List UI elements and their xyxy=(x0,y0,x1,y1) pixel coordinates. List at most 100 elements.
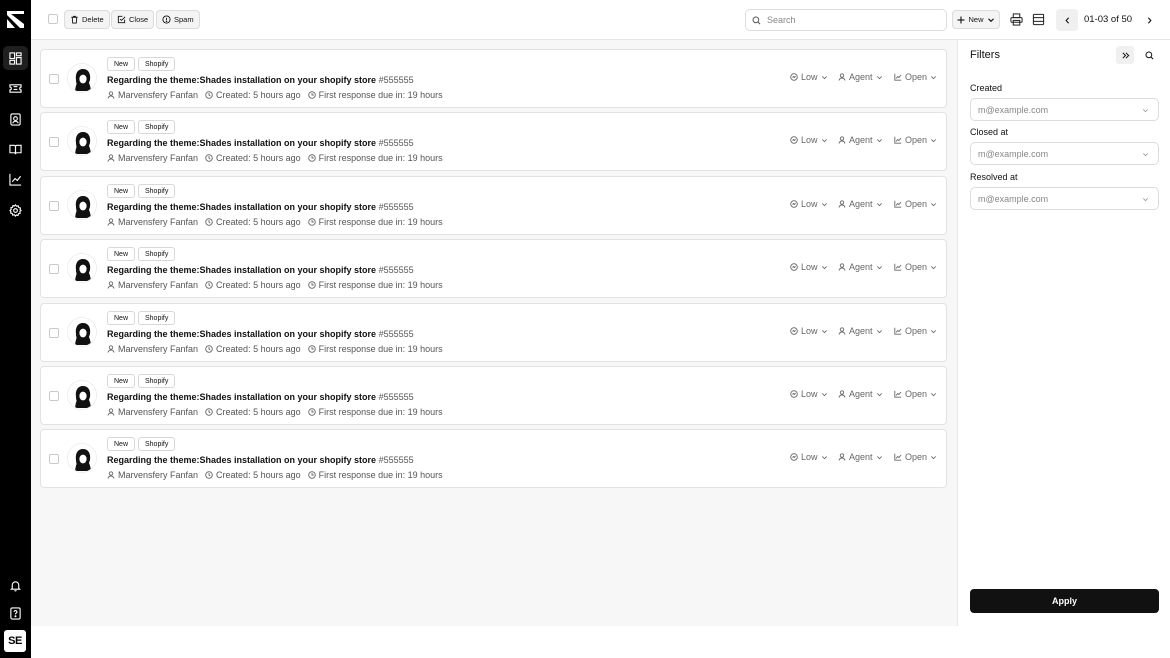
priority-dropdown[interactable]: Low xyxy=(790,199,828,209)
close-button[interactable]: Close xyxy=(111,10,155,29)
nav-knowledge-base[interactable] xyxy=(3,137,28,161)
spam-button[interactable]: Spam xyxy=(156,10,200,29)
customer-avatar xyxy=(67,253,97,283)
nav-dashboard[interactable] xyxy=(3,46,28,70)
priority-dropdown[interactable]: Low xyxy=(790,262,828,272)
tag-status[interactable]: New xyxy=(107,374,136,388)
nav-help[interactable] xyxy=(3,601,28,625)
tag-channel[interactable]: Shopify xyxy=(138,311,176,325)
chevron-right-icon xyxy=(1147,16,1152,24)
status-dropdown[interactable]: Open xyxy=(894,199,937,209)
status-dropdown[interactable]: Open xyxy=(894,452,937,462)
assignee-dropdown[interactable]: Agent xyxy=(838,199,883,209)
pagination-info: 01-03 of 50 xyxy=(1084,14,1133,25)
search-box[interactable] xyxy=(745,9,947,31)
search-input[interactable] xyxy=(767,15,937,25)
tag-channel[interactable]: Shopify xyxy=(138,247,176,261)
priority-dropdown[interactable]: Low xyxy=(790,135,828,145)
ticket-checkbox[interactable] xyxy=(49,391,59,401)
tag-channel[interactable]: Shopify xyxy=(138,120,176,134)
priority-value: Low xyxy=(801,452,818,462)
status-dropdown[interactable]: Open xyxy=(894,72,937,82)
ticket-checkbox[interactable] xyxy=(49,137,59,147)
ticket-title[interactable]: Regarding the theme:Shades installation … xyxy=(107,455,414,465)
next-page-button[interactable] xyxy=(1138,9,1160,31)
ticket-card[interactable]: New Shopify Regarding the theme:Shades i… xyxy=(40,239,947,298)
customer-meta: Marvensfery Fanfan xyxy=(107,280,198,290)
nav-settings[interactable] xyxy=(3,198,28,222)
created-meta: Created: 5 hours ago xyxy=(205,153,301,163)
filter-closed-at-select[interactable]: m@example.com xyxy=(970,142,1159,165)
layout-toggle-button[interactable] xyxy=(1031,12,1046,27)
status-dropdown[interactable]: Open xyxy=(894,326,937,336)
customer-avatar-image xyxy=(68,64,96,92)
priority-dropdown[interactable]: Low xyxy=(790,452,828,462)
assignee-dropdown[interactable]: Agent xyxy=(838,389,883,399)
priority-dropdown[interactable]: Low xyxy=(790,389,828,399)
ticket-checkbox[interactable] xyxy=(49,264,59,274)
chevron-down-icon xyxy=(931,75,937,79)
ticket-title-text: Regarding the theme:Shades installation … xyxy=(107,329,377,339)
brand-logo[interactable] xyxy=(7,11,24,28)
ticket-card[interactable]: New Shopify Regarding the theme:Shades i… xyxy=(40,303,947,362)
tag-channel[interactable]: Shopify xyxy=(138,437,176,451)
assignee-dropdown[interactable]: Agent xyxy=(838,326,883,336)
assignee-dropdown[interactable]: Agent xyxy=(838,135,883,145)
created-time: Created: 5 hours ago xyxy=(216,470,301,480)
delete-button[interactable]: Delete xyxy=(64,10,110,29)
select-all-checkbox[interactable] xyxy=(48,14,58,24)
agent-icon xyxy=(838,263,846,271)
status-chart-icon xyxy=(894,73,902,81)
ticket-card[interactable]: New Shopify Regarding the theme:Shades i… xyxy=(40,176,947,235)
tag-channel[interactable]: Shopify xyxy=(138,57,176,71)
user-avatar[interactable]: SE xyxy=(4,630,26,652)
ticket-checkbox[interactable] xyxy=(49,328,59,338)
ticket-card[interactable]: New Shopify Regarding the theme:Shades i… xyxy=(40,366,947,425)
assignee-dropdown[interactable]: Agent xyxy=(838,452,883,462)
ticket-title[interactable]: Regarding the theme:Shades installation … xyxy=(107,392,414,402)
ticket-title[interactable]: Regarding the theme:Shades installation … xyxy=(107,138,414,148)
tag-status[interactable]: New xyxy=(107,57,136,71)
print-button[interactable] xyxy=(1009,12,1024,27)
collapse-filters-button[interactable] xyxy=(1116,46,1134,64)
assignee-dropdown[interactable]: Agent xyxy=(838,262,883,272)
priority-dropdown[interactable]: Low xyxy=(790,72,828,82)
nav-analytics[interactable] xyxy=(3,167,28,191)
tag-channel[interactable]: Shopify xyxy=(138,374,176,388)
ticket-title[interactable]: Regarding the theme:Shades installation … xyxy=(107,202,414,212)
priority-dropdown[interactable]: Low xyxy=(790,326,828,336)
tag-status[interactable]: New xyxy=(107,437,136,451)
tag-status[interactable]: New xyxy=(107,120,136,134)
ticket-title[interactable]: Regarding the theme:Shades installation … xyxy=(107,265,414,275)
filter-search-button[interactable] xyxy=(1140,46,1158,64)
left-rail: SE xyxy=(0,0,31,658)
tag-status[interactable]: New xyxy=(107,247,136,261)
previous-page-button[interactable] xyxy=(1056,9,1078,31)
status-dropdown[interactable]: Open xyxy=(894,389,937,399)
filter-resolved-at-select[interactable]: m@example.com xyxy=(970,187,1159,210)
new-button[interactable]: New xyxy=(952,10,1000,29)
ticket-checkbox[interactable] xyxy=(49,201,59,211)
ticket-checkbox[interactable] xyxy=(49,454,59,464)
nav-tickets[interactable] xyxy=(3,76,28,100)
status-chart-icon xyxy=(894,327,902,335)
ticket-card[interactable]: New Shopify Regarding the theme:Shades i… xyxy=(40,112,947,171)
apply-button[interactable]: Apply xyxy=(970,589,1159,613)
ticket-title[interactable]: Regarding the theme:Shades installation … xyxy=(107,329,414,339)
assignee-dropdown[interactable]: Agent xyxy=(838,72,883,82)
nav-notifications[interactable] xyxy=(3,573,28,597)
ticket-number: #555555 xyxy=(378,138,414,148)
nav-contacts[interactable] xyxy=(3,107,28,131)
status-dropdown[interactable]: Open xyxy=(894,262,937,272)
filter-resolved-at-value: m@example.com xyxy=(978,193,1049,204)
tag-status[interactable]: New xyxy=(107,184,136,198)
filter-created-select[interactable]: m@example.com xyxy=(970,98,1159,121)
ticket-card[interactable]: New Shopify Regarding the theme:Shades i… xyxy=(40,429,947,488)
status-dropdown[interactable]: Open xyxy=(894,135,937,145)
tag-status[interactable]: New xyxy=(107,311,136,325)
ticket-title-text: Regarding the theme:Shades installation … xyxy=(107,392,377,402)
ticket-title[interactable]: Regarding the theme:Shades installation … xyxy=(107,75,414,85)
ticket-card[interactable]: New Shopify Regarding the theme:Shades i… xyxy=(40,49,947,108)
tag-channel[interactable]: Shopify xyxy=(138,184,176,198)
ticket-checkbox[interactable] xyxy=(49,74,59,84)
